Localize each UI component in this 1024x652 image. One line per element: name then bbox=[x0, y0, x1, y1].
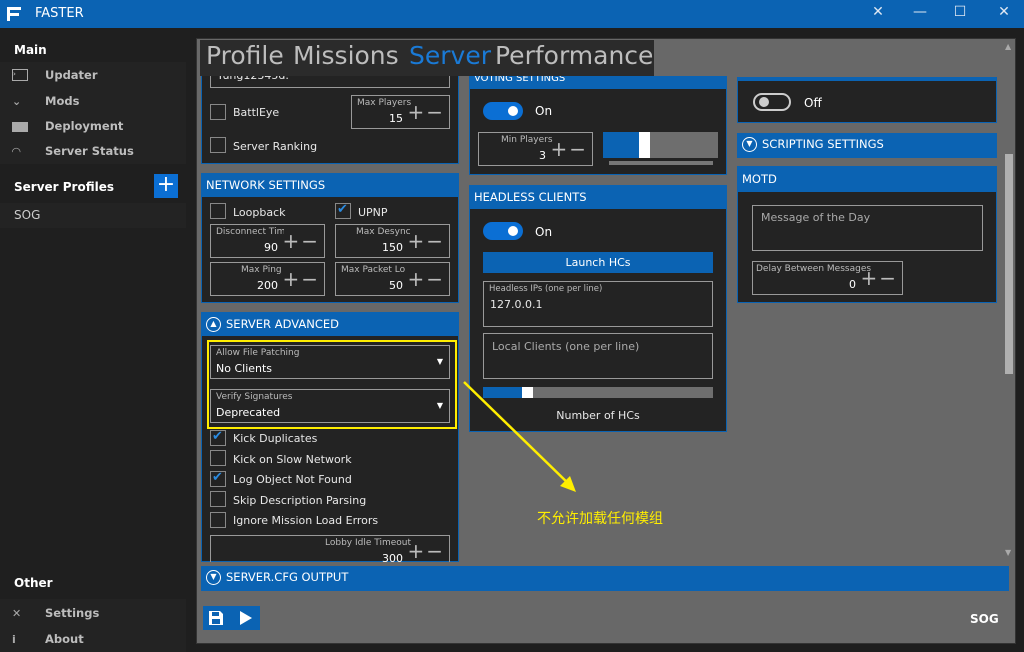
delay-between-messages-stepper[interactable]: Delay Between Messages 0 +− bbox=[752, 261, 903, 295]
plus-minus-icon[interactable]: +− bbox=[550, 139, 588, 159]
app-title: FASTER bbox=[35, 6, 84, 21]
voting-toggle-label: On bbox=[535, 104, 553, 118]
slider-fill bbox=[603, 132, 639, 158]
app-logo bbox=[7, 7, 21, 21]
main-section-label: Main bbox=[14, 43, 47, 57]
skip-description-parsing-checkbox[interactable] bbox=[210, 491, 226, 507]
annotation-arrow bbox=[463, 381, 576, 492]
plus-minus-icon[interactable]: +− bbox=[282, 231, 320, 251]
plus-minus-icon[interactable]: +− bbox=[407, 231, 445, 251]
chevron-up-icon: ▲ bbox=[206, 317, 221, 332]
network-settings-header: NETWORK SETTINGS bbox=[201, 173, 459, 197]
motd-field[interactable]: Message of the Day bbox=[752, 205, 983, 251]
check-label: Kick Duplicates bbox=[233, 432, 318, 445]
log-object-not-found-checkbox[interactable] bbox=[210, 470, 226, 487]
sidebar-item-about[interactable]: i About bbox=[0, 627, 186, 652]
tab-server[interactable]: Server bbox=[409, 41, 491, 70]
mods-icon: ⌄ bbox=[12, 95, 22, 108]
terminal-icon: › bbox=[12, 69, 28, 81]
sidebar-item-mods[interactable]: ⌄ Mods bbox=[0, 89, 186, 114]
voting-toggle[interactable] bbox=[483, 102, 523, 120]
disconnect-timeout-stepper[interactable]: Disconnect Time 90 +− bbox=[210, 224, 325, 258]
slider-thumb[interactable] bbox=[639, 132, 650, 158]
battleye-checkbox[interactable] bbox=[210, 104, 226, 120]
briefcase-icon bbox=[12, 122, 28, 132]
loopback-checkbox[interactable] bbox=[210, 203, 226, 219]
scripting-settings-header[interactable]: ▼ SCRIPTING SETTINGS bbox=[737, 133, 997, 158]
headless-clients-header: HEADLESS CLIENTS bbox=[469, 185, 727, 209]
check-label: Log Object Not Found bbox=[233, 473, 352, 486]
scrollbar[interactable]: ▲ ▼ bbox=[1003, 42, 1015, 562]
toggle-off-label: Off bbox=[804, 96, 822, 110]
kick-slow-network-checkbox[interactable] bbox=[210, 450, 226, 466]
current-profile-name: SOG bbox=[970, 612, 999, 626]
server-profiles-label: Server Profiles bbox=[14, 180, 115, 194]
headless-ips-field[interactable]: Headless IPs (one per line) 127.0.0.1 bbox=[483, 281, 713, 327]
plus-minus-icon[interactable]: +− bbox=[407, 541, 445, 561]
loopback-label: Loopback bbox=[233, 206, 286, 219]
headless-toggle-label: On bbox=[535, 225, 553, 239]
save-icon[interactable] bbox=[208, 610, 224, 626]
chevron-down-icon: ▼ bbox=[742, 137, 757, 152]
max-players-stepper[interactable]: Max Players 15 +− bbox=[351, 95, 450, 129]
local-clients-field[interactable]: Local Clients (one per line) bbox=[483, 333, 713, 379]
battleye-label: BattlEye bbox=[233, 106, 280, 119]
scroll-up-icon[interactable]: ▲ bbox=[1005, 42, 1011, 51]
check-label: Skip Description Parsing bbox=[233, 494, 367, 507]
plus-minus-icon[interactable]: +− bbox=[407, 269, 445, 289]
tools-icon: ✕ bbox=[12, 607, 22, 620]
plus-minus-icon[interactable]: +− bbox=[282, 269, 320, 289]
scrollbar-thumb[interactable] bbox=[1005, 154, 1013, 374]
tab-bar: Profile Missions Server Performance bbox=[200, 40, 654, 76]
max-desync-stepper[interactable]: Max Desync 150 +− bbox=[335, 224, 450, 258]
max-ping-stepper[interactable]: Max Ping 200 +− bbox=[210, 262, 325, 296]
tools-icon[interactable]: ✕ bbox=[866, 4, 890, 20]
scroll-down-icon[interactable]: ▼ bbox=[1005, 548, 1011, 557]
slider-ticks bbox=[609, 161, 713, 165]
upnp-label: UPNP bbox=[358, 206, 388, 219]
sidebar-item-server-status[interactable]: ◠ Server Status bbox=[0, 139, 186, 164]
upnp-checkbox[interactable] bbox=[335, 202, 351, 219]
sidebar-item-deployment[interactable]: Deployment bbox=[0, 114, 186, 139]
gauge-icon: ◠ bbox=[12, 145, 21, 158]
add-profile-button[interactable]: + bbox=[154, 174, 178, 198]
min-players-stepper[interactable]: Min Players 3 +− bbox=[478, 132, 593, 166]
voting-settings-header: VOTING SETTINGS bbox=[469, 76, 727, 89]
plus-minus-icon[interactable]: +− bbox=[860, 268, 898, 288]
lobby-idle-timeout-stepper[interactable]: Lobby Idle Timeout 300 +− bbox=[210, 535, 450, 565]
server-advanced-header[interactable]: ▲ SERVER ADVANCED bbox=[201, 312, 459, 336]
column3-toggle[interactable] bbox=[753, 93, 791, 111]
annotation-text: 不允许加载任何模组 bbox=[537, 511, 663, 527]
chevron-down-icon: ▼ bbox=[206, 570, 221, 585]
tab-missions[interactable]: Missions bbox=[293, 41, 399, 70]
ignore-mission-load-errors-checkbox[interactable] bbox=[210, 512, 226, 528]
check-label: Ignore Mission Load Errors bbox=[233, 514, 379, 527]
annotation-highlight-box bbox=[207, 340, 457, 429]
voting-threshold-slider[interactable] bbox=[603, 132, 718, 158]
profile-item-sog[interactable]: SOG bbox=[0, 203, 186, 228]
play-icon[interactable] bbox=[239, 611, 252, 625]
headless-toggle[interactable] bbox=[483, 222, 523, 240]
motd-header: MOTD bbox=[737, 166, 997, 192]
close-button[interactable]: ✕ bbox=[992, 4, 1016, 20]
info-icon: i bbox=[12, 633, 16, 646]
sidebar-item-updater[interactable]: › Updater bbox=[0, 63, 186, 88]
server-cfg-output-header[interactable]: ▼ SERVER.CFG OUTPUT bbox=[201, 566, 1009, 591]
tab-performance[interactable]: Performance bbox=[495, 41, 653, 70]
server-ranking-checkbox[interactable] bbox=[210, 137, 226, 153]
launch-hcs-button[interactable]: Launch HCs bbox=[483, 252, 713, 273]
maximize-button[interactable]: ☐ bbox=[948, 4, 972, 20]
server-ranking-label: Server Ranking bbox=[233, 140, 318, 153]
check-label: Kick on Slow Network bbox=[233, 453, 352, 466]
tab-profile[interactable]: Profile bbox=[206, 41, 284, 70]
minimize-button[interactable]: — bbox=[908, 4, 932, 20]
other-section-label: Other bbox=[14, 576, 53, 590]
max-packet-loss-stepper[interactable]: Max Packet Loss50+− bbox=[335, 262, 450, 296]
plus-minus-icon[interactable]: +− bbox=[407, 102, 445, 122]
save-launch-toolbar bbox=[203, 606, 260, 630]
kick-duplicates-checkbox[interactable] bbox=[210, 429, 226, 446]
sidebar-item-settings[interactable]: ✕ Settings bbox=[0, 601, 186, 626]
